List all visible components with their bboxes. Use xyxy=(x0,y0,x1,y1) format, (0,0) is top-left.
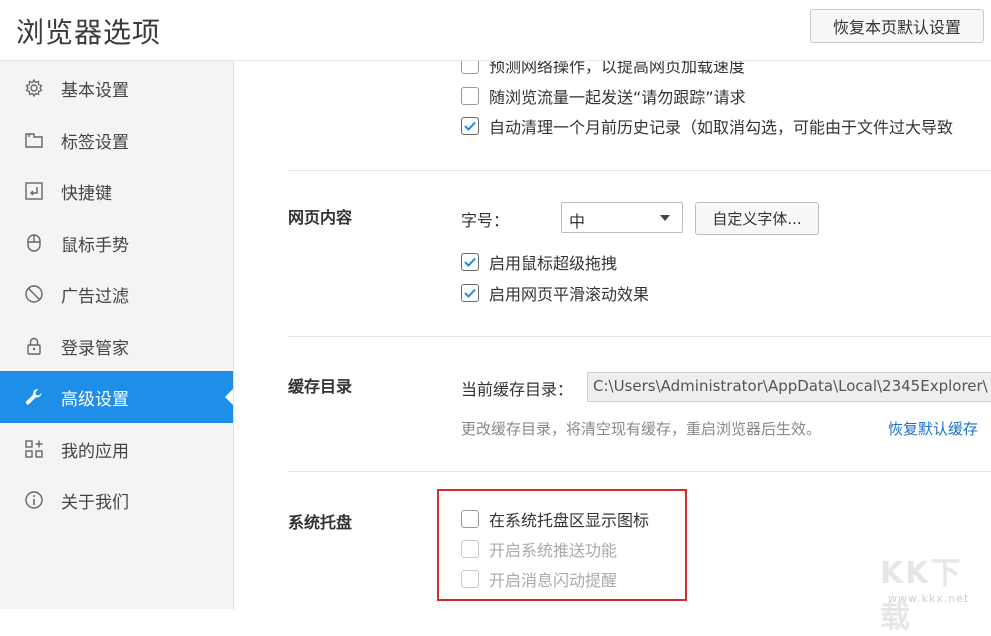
checkbox[interactable] xyxy=(461,284,479,302)
checkbox-auto-clear-history[interactable]: 自动清理一个月前历史记录（如取消勾选，可能由于文件过大导致 xyxy=(461,115,953,137)
checkbox-super-drag[interactable]: 启用鼠标超级拖拽 xyxy=(461,251,617,273)
sidebar-item-ad-filter[interactable]: 广告过滤 xyxy=(0,268,233,320)
checkbox[interactable] xyxy=(461,61,479,74)
checkbox-label: 随浏览流量一起发送“请勿跟踪”请求 xyxy=(489,88,746,107)
cache-dir-label: 当前缓存目录： xyxy=(461,380,574,399)
checkbox-do-not-track[interactable]: 随浏览流量一起发送“请勿跟踪”请求 xyxy=(461,85,746,107)
sidebar-item-login-manager[interactable]: 登录管家 xyxy=(0,320,233,372)
settings-content[interactable]: 预测网络操作，以提高网页加载速度 随浏览流量一起发送“请勿跟踪”请求 自动清理一… xyxy=(234,61,991,609)
checkbox-label: 启用鼠标超级拖拽 xyxy=(489,254,618,273)
checkbox-label: 启用网页平滑滚动效果 xyxy=(489,285,650,304)
highlight-annotation-box xyxy=(437,489,687,601)
sidebar-item-label: 关于我们 xyxy=(61,493,129,513)
wrench-icon xyxy=(23,386,45,408)
sidebar-item-tabs[interactable]: 标签设置 xyxy=(0,114,233,166)
sidebar-item-label: 登录管家 xyxy=(61,339,129,359)
mouse-icon xyxy=(23,232,45,254)
section-title-cache: 缓存目录 xyxy=(288,377,353,396)
sidebar-item-label: 高级设置 xyxy=(61,390,129,410)
sidebar-item-my-apps[interactable]: 我的应用 xyxy=(0,423,233,475)
watermark-url: www.kkx.net xyxy=(888,592,970,605)
sidebar-item-shortcuts[interactable]: 快捷键 xyxy=(0,165,233,217)
block-icon xyxy=(23,283,45,305)
tabs-icon xyxy=(23,129,45,151)
chevron-down-icon xyxy=(660,215,670,221)
checkbox-smooth-scroll[interactable]: 启用网页平滑滚动效果 xyxy=(461,282,649,304)
cache-path-field[interactable]: C:\Users\Administrator\AppData\Local\234… xyxy=(587,372,991,402)
font-size-value: 中 xyxy=(569,212,586,231)
divider xyxy=(288,336,991,337)
info-icon xyxy=(23,489,45,511)
divider xyxy=(288,170,991,171)
divider xyxy=(288,471,991,472)
section-title-web-content: 网页内容 xyxy=(288,208,353,227)
font-size-label: 字号： xyxy=(461,211,510,230)
sidebar-item-basic[interactable]: 基本设置 xyxy=(0,62,233,114)
page-title: 浏览器选项 xyxy=(16,16,162,49)
shortcut-icon xyxy=(23,180,45,202)
gear-icon xyxy=(23,77,45,99)
custom-font-button[interactable]: 自定义字体... xyxy=(695,202,819,235)
sidebar-item-label: 我的应用 xyxy=(61,442,129,462)
sidebar: 基本设置 标签设置 快捷键 鼠标手势 广告过滤 登录管家 高级设置 我的应用 关… xyxy=(0,61,234,609)
sidebar-item-label: 鼠标手势 xyxy=(61,236,129,256)
lock-icon xyxy=(23,335,45,357)
sidebar-item-label: 标签设置 xyxy=(61,133,129,153)
apps-icon xyxy=(23,438,45,460)
header: 浏览器选项 恢复本页默认设置 xyxy=(0,0,991,61)
checkbox-label: 自动清理一个月前历史记录（如取消勾选，可能由于文件过大导致 xyxy=(489,118,954,137)
sidebar-item-about[interactable]: 关于我们 xyxy=(0,474,233,526)
sidebar-item-label: 快捷键 xyxy=(61,184,112,204)
checkbox[interactable] xyxy=(461,253,479,271)
sidebar-item-label: 基本设置 xyxy=(61,81,129,101)
checkbox[interactable] xyxy=(461,87,479,105)
checkbox[interactable] xyxy=(461,117,479,135)
checkbox-predict-network[interactable]: 预测网络操作，以提高网页加载速度 xyxy=(461,61,745,76)
sidebar-item-mouse-gestures[interactable]: 鼠标手势 xyxy=(0,217,233,269)
watermark: KK下载 www.kkx.net xyxy=(868,548,991,635)
restore-default-cache-link[interactable]: 恢复默认缓存 xyxy=(888,418,978,439)
sidebar-item-advanced[interactable]: 高级设置 xyxy=(0,371,233,423)
checkbox-label: 预测网络操作，以提高网页加载速度 xyxy=(489,61,746,76)
cache-note: 更改缓存目录，将清空现有缓存，重启浏览器后生效。 xyxy=(461,420,822,438)
font-size-select[interactable]: 中 xyxy=(561,202,683,233)
reset-page-defaults-button[interactable]: 恢复本页默认设置 xyxy=(810,9,984,43)
sidebar-item-label: 广告过滤 xyxy=(61,287,129,307)
section-title-tray: 系统托盘 xyxy=(288,513,353,532)
